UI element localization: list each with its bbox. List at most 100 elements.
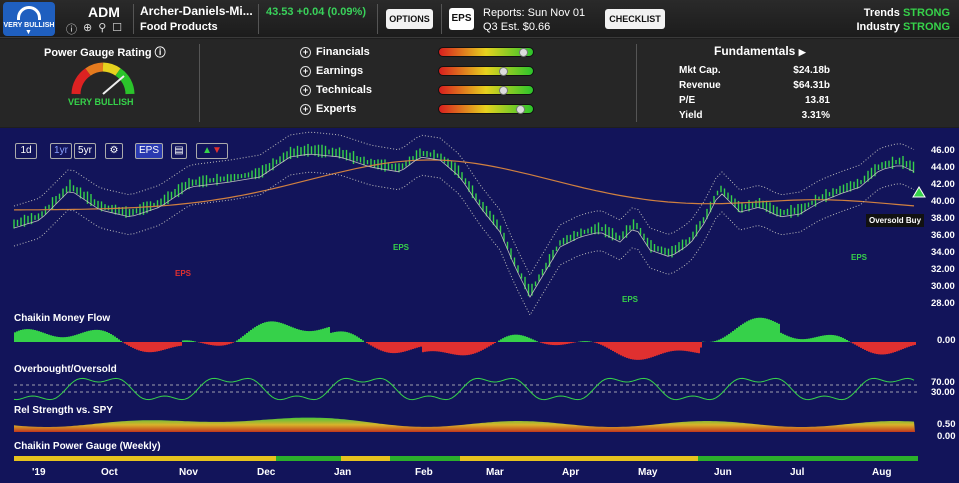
metric-experts[interactable]: + Experts (300, 103, 356, 115)
money-flow-bar (438, 342, 440, 352)
y-tick: 30.00 (931, 281, 955, 292)
money-flow-bar (914, 342, 916, 345)
money-flow-bar (40, 331, 42, 342)
money-flow-bar (618, 342, 620, 355)
money-flow-bar (194, 341, 196, 342)
money-flow-bar (628, 342, 630, 359)
metric-label: Experts (316, 103, 357, 115)
money-flow-bar (430, 342, 432, 352)
money-flow-bar (530, 338, 532, 342)
money-flow-bar (764, 318, 766, 342)
money-flow-bar (452, 342, 454, 355)
money-flow-bar (300, 330, 302, 342)
money-flow-bar (384, 342, 386, 352)
money-flow-bar (840, 337, 842, 342)
money-flow-bar (278, 322, 280, 342)
industry-trend-value: STRONG (902, 21, 950, 33)
money-flow-bar (872, 342, 874, 354)
eps-marker[interactable]: EPS (175, 269, 191, 278)
fund-value: 13.81 (804, 95, 830, 106)
gauge-icon (17, 6, 41, 20)
money-flow-bar (420, 342, 422, 347)
money-flow-bar (890, 342, 892, 354)
money-flow-bar (200, 342, 202, 343)
earnings-report-info: Reports: Sun Nov 01 Q3 Est. $0.66 (483, 6, 585, 34)
money-flow-bar (110, 334, 112, 342)
metric-financials[interactable]: + Financials (300, 46, 370, 58)
money-flow-bar (56, 336, 58, 342)
obos-axis-30: 30.00 (931, 387, 955, 398)
price-change: 43.53 +0.04 (0.09%) (266, 6, 366, 18)
eps-marker[interactable]: EPS (851, 253, 867, 262)
money-flow-bar (242, 336, 244, 342)
money-flow-bar (634, 342, 636, 360)
eps-badge[interactable]: EPS (449, 8, 474, 30)
money-flow-bar (752, 318, 754, 342)
money-flow-bar (202, 342, 204, 344)
expand-icon: + (300, 103, 311, 115)
money-flow-bar (68, 336, 70, 342)
money-flow-bar (282, 323, 284, 342)
money-flow-bar (786, 335, 788, 342)
rating-badge[interactable]: VERY BULLISH ▼ (3, 2, 55, 36)
search-icon[interactable]: ⚲ (98, 21, 106, 37)
money-flow-bar (72, 335, 74, 342)
note-icon[interactable]: ☐ (112, 21, 122, 37)
money-flow-bar (24, 329, 26, 342)
money-flow-bar (44, 333, 46, 342)
money-flow-bar (766, 318, 768, 342)
money-flow-bar (768, 319, 770, 342)
money-flow-bar (240, 337, 242, 342)
money-flow-bar (714, 341, 716, 342)
money-flow-bar (858, 342, 860, 347)
money-flow-bar (284, 324, 286, 342)
y-tick: 40.00 (931, 196, 955, 207)
money-flow-bar (482, 342, 484, 350)
x-tick: Oct (101, 467, 118, 478)
money-flow-bar (736, 328, 738, 342)
money-flow-bar (38, 331, 40, 342)
power-gauge-weekly-title: Chaikin Power Gauge (Weekly) (14, 441, 161, 452)
eps-marker[interactable]: EPS (622, 295, 638, 304)
money-flow-bar (208, 342, 210, 345)
money-flow-bar (34, 330, 36, 342)
money-flow-bar (370, 342, 372, 346)
eps-marker[interactable]: EPS (393, 243, 409, 252)
money-flow-bar (422, 342, 424, 353)
money-flow-bar (172, 342, 174, 348)
money-flow-bar (816, 336, 818, 342)
money-flow-bar (896, 342, 898, 352)
money-flow-bar (682, 342, 684, 351)
power-gauge-title: Power Gauge Rating ⓘ (44, 47, 166, 59)
money-flow-bar (692, 342, 694, 353)
money-flow-axis: 0.00 (937, 335, 956, 346)
money-flow-bar (648, 342, 650, 359)
money-flow-bar (776, 322, 778, 342)
money-flow-bar (252, 328, 254, 342)
money-flow-bar (268, 321, 270, 342)
metric-earnings[interactable]: + Earnings (300, 65, 363, 77)
money-flow-bar (700, 342, 702, 348)
money-flow-bar (232, 342, 234, 343)
add-icon[interactable]: ⊕ (83, 21, 92, 37)
metric-technicals[interactable]: + Technicals (300, 84, 372, 96)
money-flow-bar (612, 342, 614, 352)
reports-estimate: Q3 Est. $0.66 (483, 21, 551, 33)
divider (199, 44, 200, 122)
info-icon[interactable]: ⓘ (155, 47, 166, 59)
play-icon[interactable]: ▶ (799, 47, 806, 57)
money-flow-bar (826, 335, 828, 342)
money-flow-bar (424, 342, 426, 352)
y-tick: 46.00 (931, 145, 955, 156)
money-flow-bar (674, 342, 676, 351)
money-flow-bar (466, 342, 468, 356)
info-icon[interactable]: ⓘ (66, 21, 77, 37)
options-button[interactable]: OPTIONS (386, 9, 433, 29)
money-flow-bar (286, 325, 288, 342)
money-flow-bar (318, 329, 320, 342)
checklist-button[interactable]: CHECKLIST (605, 9, 665, 29)
money-flow-bar (176, 342, 178, 347)
money-flow-bar (366, 342, 368, 344)
money-flow-bar (368, 342, 370, 345)
money-flow-bar (382, 342, 384, 352)
